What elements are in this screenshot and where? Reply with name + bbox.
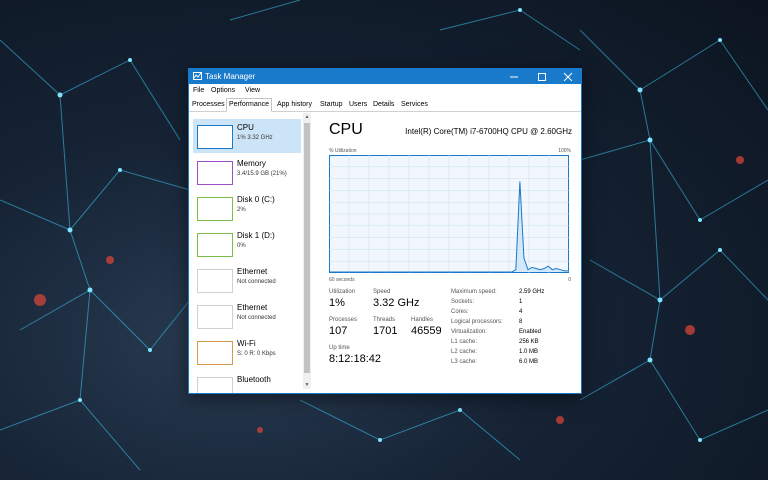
sidebar-item-label: Ethernet xyxy=(237,267,268,276)
close-button[interactable] xyxy=(557,69,579,84)
sidebar-item-disk-1[interactable]: Disk 1 (D:) 0% xyxy=(193,227,301,261)
tab-processes[interactable]: Processes xyxy=(190,99,227,110)
sidebar-item-detail: 1% 3.32 GHz xyxy=(237,135,273,141)
ethernet-2-thumbnail-graph xyxy=(197,305,233,329)
scroll-up-icon[interactable]: ▲ xyxy=(303,113,311,121)
tab-performance[interactable]: Performance xyxy=(226,98,273,112)
spec-value: 2.59 GHz xyxy=(519,289,545,295)
cpu-thumbnail-graph xyxy=(197,125,233,149)
processes-label: Processes xyxy=(329,317,358,323)
threads-label: Threads xyxy=(373,317,396,323)
maximize-button[interactable] xyxy=(531,69,553,84)
menu-bar: File Options View xyxy=(189,84,581,97)
graph-max-label: 100% xyxy=(558,148,571,154)
spec-value: 6.0 MB xyxy=(519,359,539,365)
scrollbar-thumb[interactable] xyxy=(304,123,310,373)
tab-users[interactable]: Users xyxy=(347,99,369,110)
sidebar-item-label: Ethernet xyxy=(237,303,268,312)
cpu-model-name: Intel(R) Core(TM) i7-6700HQ CPU @ 2.60GH… xyxy=(405,127,572,136)
menu-options[interactable]: Options xyxy=(211,86,235,95)
sidebar-item-detail: 3.4/15.9 GB (21%) xyxy=(237,171,287,177)
menu-file[interactable]: File xyxy=(193,86,204,95)
sidebar-item-cpu[interactable]: CPU 1% 3.32 GHz xyxy=(193,119,301,153)
utilization-value: 1% xyxy=(329,297,345,309)
sidebar-item-label: CPU xyxy=(237,123,254,132)
spec-label: Virtualization: xyxy=(451,329,487,335)
sidebar-item-label: Disk 1 (D:) xyxy=(237,231,275,240)
title-bar[interactable]: Task Manager xyxy=(189,69,581,84)
bluetooth-thumbnail-graph xyxy=(197,377,233,393)
handles-label: Handles xyxy=(411,317,434,323)
spec-value: 1.0 MB xyxy=(519,349,539,355)
disk-0-thumbnail-graph xyxy=(197,197,233,221)
sidebar-item-disk-0[interactable]: Disk 0 (C:) 2% xyxy=(193,191,301,225)
cpu-utilization-graph xyxy=(329,155,569,273)
sidebar-item-ethernet-1[interactable]: Ethernet Not connected xyxy=(193,263,301,297)
wifi-thumbnail-graph xyxy=(197,341,233,365)
sidebar-item-detail: 2% xyxy=(237,207,246,213)
tab-startup[interactable]: Startup xyxy=(318,99,345,110)
task-manager-icon xyxy=(193,72,202,80)
spec-value: 8 xyxy=(519,319,523,325)
task-manager-window: Task Manager File Options View Processes… xyxy=(188,68,582,394)
disk-1-thumbnail-graph xyxy=(197,233,233,257)
sidebar-item-detail: Not connected xyxy=(237,315,276,321)
ethernet-1-thumbnail-graph xyxy=(197,269,233,293)
spec-label: Cores: xyxy=(451,309,469,315)
sidebar-item-label: Wi-Fi xyxy=(237,339,256,348)
resource-sidebar: CPU 1% 3.32 GHz Memory 3.4/15.9 GB (21%)… xyxy=(189,113,303,393)
sidebar-item-bluetooth[interactable]: Bluetooth xyxy=(193,371,301,393)
window-title: Task Manager xyxy=(205,72,256,81)
minimize-icon xyxy=(510,76,518,78)
sidebar-item-detail: Not connected xyxy=(237,279,276,285)
sidebar-item-detail: S: 0 R: 0 Kbps xyxy=(237,351,276,357)
sidebar-item-label: Bluetooth xyxy=(237,375,271,384)
cpu-detail-panel: CPU Intel(R) Core(TM) i7-6700HQ CPU @ 2.… xyxy=(317,113,577,393)
tab-app-history[interactable]: App history xyxy=(275,99,314,110)
handles-value: 46559 xyxy=(411,325,442,337)
tab-services[interactable]: Services xyxy=(399,99,430,110)
sidebar-item-wifi[interactable]: Wi-Fi S: 0 R: 0 Kbps xyxy=(193,335,301,369)
threads-value: 1701 xyxy=(373,325,398,337)
spec-label: Sockets: xyxy=(451,299,475,305)
graph-y-label: % Utilization xyxy=(329,148,357,154)
minimize-button[interactable] xyxy=(503,69,525,84)
utilization-label: Utilization xyxy=(329,289,356,295)
close-icon xyxy=(563,72,573,81)
page-title: CPU xyxy=(329,121,363,138)
scroll-down-icon[interactable]: ▼ xyxy=(303,381,311,389)
sidebar-scrollbar[interactable]: ▲ ▼ xyxy=(303,113,311,389)
sidebar-item-label: Disk 0 (C:) xyxy=(237,195,275,204)
spec-label: L3 cache: xyxy=(451,359,478,365)
spec-value: 1 xyxy=(519,299,523,305)
maximize-icon xyxy=(538,73,546,81)
sidebar-item-label: Memory xyxy=(237,159,266,168)
spec-value: Enabled xyxy=(519,329,542,335)
tab-details[interactable]: Details xyxy=(371,99,396,110)
speed-value: 3.32 GHz xyxy=(373,297,420,309)
processes-value: 107 xyxy=(329,325,348,337)
graph-x-label: 60 seconds xyxy=(329,277,355,283)
tab-strip: Processes Performance App history Startu… xyxy=(189,97,581,112)
uptime-label: Up time xyxy=(329,345,350,351)
sidebar-item-memory[interactable]: Memory 3.4/15.9 GB (21%) xyxy=(193,155,301,189)
sidebar-item-detail: 0% xyxy=(237,243,246,249)
spec-value: 256 KB xyxy=(519,339,539,345)
graph-min-label: 0 xyxy=(568,277,571,283)
menu-view[interactable]: View xyxy=(245,86,260,95)
memory-thumbnail-graph xyxy=(197,161,233,185)
spec-label: Logical processors: xyxy=(451,319,503,325)
speed-label: Speed xyxy=(373,289,391,295)
spec-value: 4 xyxy=(519,309,523,315)
uptime-value: 8:12:18:42 xyxy=(329,353,381,365)
sidebar-item-ethernet-2[interactable]: Ethernet Not connected xyxy=(193,299,301,333)
spec-label: Maximum speed: xyxy=(451,289,497,295)
spec-label: L1 cache: xyxy=(451,339,478,345)
spec-label: L2 cache: xyxy=(451,349,478,355)
